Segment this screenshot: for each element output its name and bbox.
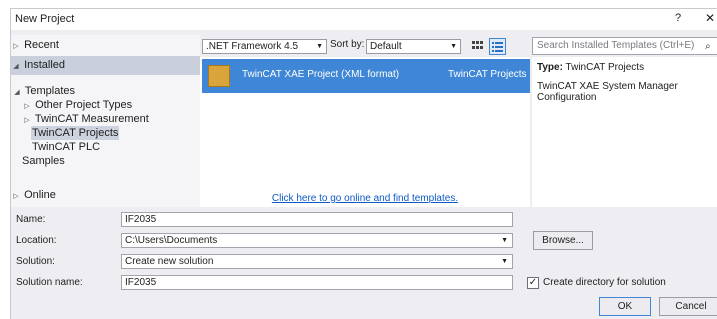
name-value: IF2035 — [125, 214, 157, 225]
tree-item-label: Installed — [24, 59, 66, 71]
tree-item-online[interactable]: ▷ Online — [11, 186, 200, 205]
chevron-down-icon: ▼ — [501, 258, 508, 265]
location-value: C:\Users\Documents — [125, 235, 218, 246]
close-button[interactable]: ✕ — [705, 11, 715, 25]
tree-item-label: TwinCAT Measurement — [34, 113, 149, 125]
sort-select[interactable]: Default ▼ — [366, 39, 461, 54]
ok-button[interactable]: OK — [599, 297, 651, 316]
tree-item-label: Templates — [24, 85, 75, 97]
search-placeholder: Search Installed Templates (Ctrl+E) — [537, 40, 695, 51]
tree-item-label: Online — [24, 189, 56, 201]
sort-select-value: Default — [370, 41, 402, 52]
template-toolbar: .NET Framework 4.5 ▼ Sort by: Default ▼ — [200, 35, 530, 57]
search-templates-input[interactable]: Search Installed Templates (Ctrl+E) ⌕ — [532, 37, 717, 55]
solution-label: Solution: — [16, 256, 55, 267]
tree-item-recent[interactable]: ▷ Recent — [11, 36, 200, 55]
search-icon: ⌕ — [705, 41, 711, 52]
browse-button[interactable]: Browse... — [533, 231, 593, 250]
collapse-arrow-icon: ◢ — [13, 63, 19, 70]
new-project-dialog: New Project ? ✕ ▷ Recent ◢ Installed ◢ T… — [10, 8, 717, 319]
location-label: Location: — [16, 235, 57, 246]
template-description: TwinCAT XAE System Manager Configuration — [537, 81, 678, 103]
template-item-twincat-xae[interactable]: TwinCAT XAE Project (XML format) TwinCAT… — [202, 59, 530, 93]
template-name: TwinCAT XAE Project (XML format) — [242, 69, 400, 80]
solution-value: Create new solution — [125, 256, 214, 267]
tree-item-label: Recent — [24, 39, 59, 51]
template-tree: ▷ Recent ◢ Installed ◢ Templates ▷ Other… — [11, 35, 200, 207]
tree-item-other-project-types[interactable]: ▷ Other Project Types — [21, 98, 133, 112]
chevron-down-icon: ▼ — [501, 237, 508, 244]
list-view-icon[interactable] — [489, 38, 506, 55]
framework-select-value: .NET Framework 4.5 — [206, 41, 299, 52]
tree-item-twincat-projects[interactable]: TwinCAT Projects — [31, 126, 120, 140]
tree-item-label: Other Project Types — [35, 99, 133, 111]
solution-name-field[interactable]: IF2035 — [121, 275, 513, 290]
template-category: TwinCAT Projects — [448, 69, 527, 80]
window-title: New Project — [15, 13, 75, 25]
title-bar: New Project ? ✕ — [11, 9, 717, 30]
create-directory-label: Create directory for solution — [543, 277, 666, 288]
twincat-project-icon — [208, 65, 230, 87]
expand-arrow-icon: ▷ — [13, 43, 19, 50]
cancel-button[interactable]: Cancel — [659, 297, 717, 316]
type-value: TwinCAT Projects — [565, 62, 645, 73]
help-button[interactable]: ? — [675, 12, 681, 24]
solution-name-label: Solution name: — [16, 277, 83, 288]
tree-item-twincat-measurement[interactable]: ▷ TwinCAT Measurement — [21, 112, 150, 126]
expand-arrow-icon: ▷ — [13, 193, 19, 200]
chevron-down-icon: ▼ — [450, 43, 457, 50]
solution-name-value: IF2035 — [125, 277, 157, 288]
tree-item-samples[interactable]: Samples — [21, 154, 66, 168]
tree-item-templates[interactable]: ◢ Templates — [11, 84, 76, 98]
chevron-down-icon: ▼ — [316, 43, 323, 50]
template-type: Type: TwinCAT Projects — [537, 62, 713, 73]
location-field[interactable]: C:\Users\Documents ▼ — [121, 233, 513, 248]
tree-item-twincat-plc[interactable]: TwinCAT PLC — [31, 140, 101, 154]
checkmark-icon: ✓ — [528, 277, 538, 288]
type-label: Type: — [537, 62, 563, 73]
small-icons-view-icon[interactable] — [469, 38, 486, 55]
tree-item-label: TwinCAT PLC — [32, 141, 101, 153]
create-directory-checkbox[interactable]: ✓ — [527, 277, 539, 289]
solution-select[interactable]: Create new solution ▼ — [121, 254, 513, 269]
tree-item-label: Samples — [22, 155, 65, 167]
sort-label: Sort by: — [330, 39, 365, 50]
tree-item-label: TwinCAT Projects — [32, 127, 119, 139]
name-field[interactable]: IF2035 — [121, 212, 513, 227]
name-label: Name: — [16, 214, 46, 225]
template-list: TwinCAT XAE Project (XML format) TwinCAT… — [200, 57, 530, 207]
online-templates-link[interactable]: Click here to go online and find templat… — [200, 193, 530, 204]
template-details: Type: TwinCAT Projects TwinCAT XAE Syste… — [532, 57, 717, 207]
tree-item-installed[interactable]: ◢ Installed — [11, 56, 200, 75]
framework-select[interactable]: .NET Framework 4.5 ▼ — [202, 39, 327, 54]
